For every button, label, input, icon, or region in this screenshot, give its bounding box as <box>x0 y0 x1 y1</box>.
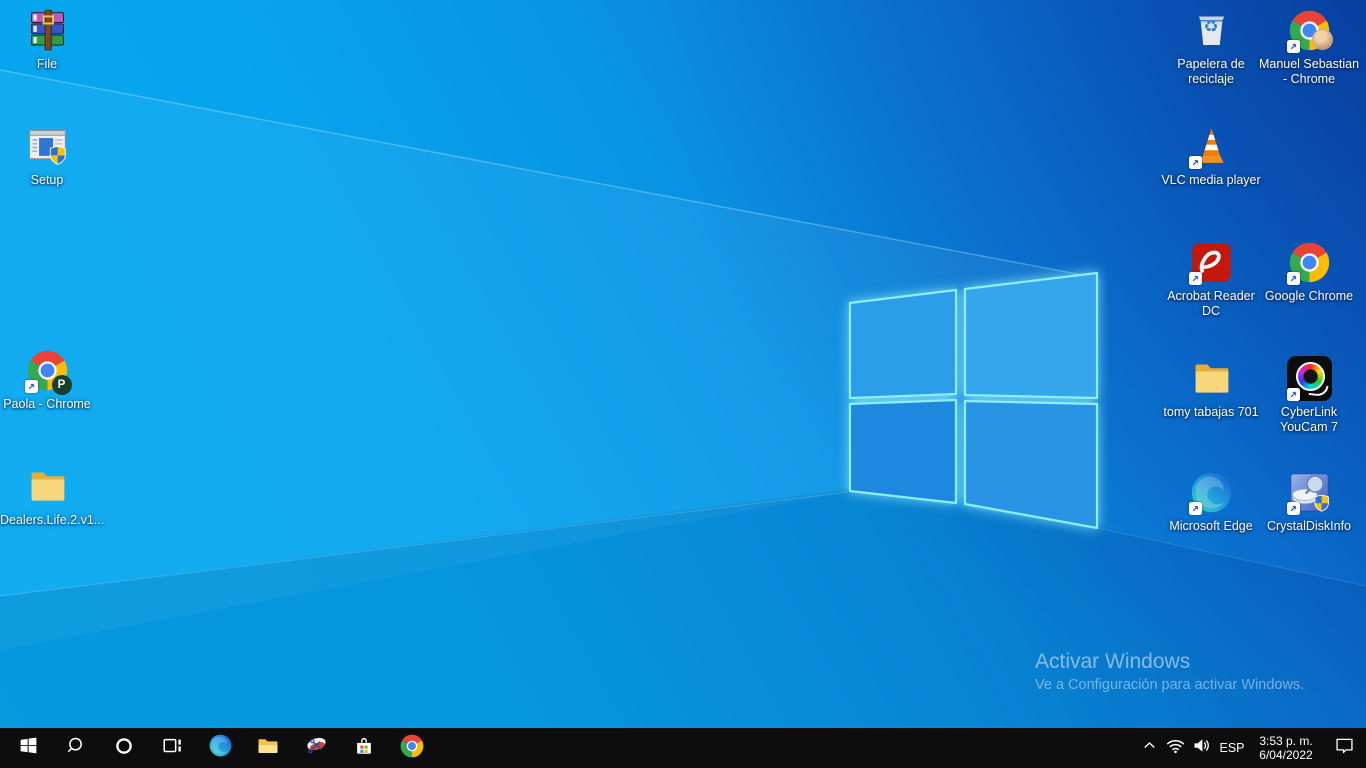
shortcut-arrow-icon <box>1189 272 1202 285</box>
desktop-icon-label: Dealers.Life.2.v1... <box>0 513 94 528</box>
volume-button[interactable] <box>1188 728 1214 768</box>
language-indicator[interactable]: ESP <box>1214 728 1250 768</box>
shortcut-arrow-icon <box>1287 502 1300 515</box>
action-center-button[interactable] <box>1322 728 1366 768</box>
file-explorer-button[interactable] <box>244 728 292 768</box>
tray-chevron-button[interactable] <box>1136 728 1162 768</box>
activation-watermark: Activar Windows Ve a Configuración para … <box>1035 650 1304 693</box>
task-view-button[interactable] <box>148 728 196 768</box>
recycle-bin-icon: ♻ <box>1189 8 1234 53</box>
scissors-ellipse-icon <box>304 733 329 763</box>
task-view-icon <box>161 735 183 762</box>
desktop-icon-paola-chrome[interactable]: P Paola - Chrome <box>0 348 94 412</box>
folder-icon <box>25 464 70 509</box>
chevron-up-icon <box>1140 736 1159 760</box>
shortcut-arrow-icon <box>1287 40 1300 53</box>
cortana-button[interactable] <box>100 728 148 768</box>
chrome-icon <box>1287 240 1332 285</box>
desktop-icon-setup[interactable]: Setup <box>0 124 94 188</box>
desktop-icon-label: Acrobat Reader DC <box>1160 289 1262 319</box>
desktop-icon-label: File <box>0 57 94 72</box>
desktop-icon-youcam[interactable]: CyberLink YouCam 7 <box>1258 356 1360 435</box>
desktop-icon-label: Papelera de reciclaje <box>1160 57 1262 87</box>
chrome-icon <box>399 733 425 764</box>
desktop-icon-file[interactable]: File <box>0 8 94 72</box>
winrar-icon <box>25 8 70 53</box>
clock[interactable]: 3:53 p. m. 6/04/2022 <box>1250 728 1322 768</box>
chrome-profile-icon: P <box>25 348 70 393</box>
desktop-icon-label: VLC media player <box>1160 173 1262 188</box>
folder-icon <box>1189 356 1234 401</box>
clock-time: 3:53 p. m. <box>1259 734 1312 748</box>
shortcut-arrow-icon <box>25 380 38 393</box>
watermark-subtitle: Ve a Configuración para activar Windows. <box>1035 677 1304 693</box>
snipping-tool-button[interactable] <box>292 728 340 768</box>
youcam-icon <box>1287 356 1332 401</box>
desktop-icon-dealers-folder[interactable]: Dealers.Life.2.v1... <box>0 464 94 528</box>
shortcut-arrow-icon <box>1189 502 1202 515</box>
vlc-cone-icon <box>1189 124 1234 169</box>
edge-icon <box>1189 470 1234 515</box>
desktop-icon-acrobat[interactable]: Acrobat Reader DC <box>1160 240 1262 319</box>
network-button[interactable] <box>1162 728 1188 768</box>
shortcut-arrow-icon <box>1189 156 1202 169</box>
desktop-icon-label: Paola - Chrome <box>0 397 94 412</box>
microsoft-store-button[interactable] <box>340 728 388 768</box>
taskbar: ESP 3:53 p. m. 6/04/2022 <box>0 728 1366 768</box>
start-button[interactable] <box>4 728 52 768</box>
desktop-icon-manuel-chrome[interactable]: Manuel Sebastian - Chrome <box>1258 8 1360 87</box>
cortana-circle-icon <box>113 735 135 762</box>
desktop-icon-chrome[interactable]: Google Chrome <box>1258 240 1360 304</box>
desktop-icon-label: Setup <box>0 173 94 188</box>
clock-date: 6/04/2022 <box>1259 748 1312 762</box>
desktop-icon-label: CrystalDiskInfo <box>1258 519 1360 534</box>
chrome-profile-photo-icon <box>1287 8 1332 53</box>
setup-installer-icon <box>25 124 70 169</box>
desktop-icon-crystaldiskinfo[interactable]: CrystalDiskInfo <box>1258 470 1360 534</box>
edge-icon <box>208 733 233 763</box>
shortcut-arrow-icon <box>1287 388 1300 401</box>
action-center-icon <box>1334 735 1355 761</box>
desktop-icon-recycle-bin[interactable]: ♻ Papelera de reciclaje <box>1160 8 1262 87</box>
speaker-icon <box>1191 735 1212 761</box>
windows-start-icon <box>18 735 39 761</box>
desktop-icon-edge[interactable]: Microsoft Edge <box>1160 470 1262 534</box>
desktop-wallpaper[interactable]: File Setup <box>0 0 1366 768</box>
search-icon <box>65 735 87 762</box>
desktop-icon-label: tomy tabajas 701 <box>1160 405 1262 420</box>
watermark-title: Activar Windows <box>1035 650 1304 674</box>
search-button[interactable] <box>52 728 100 768</box>
desktop-icon-label: Google Chrome <box>1258 289 1360 304</box>
wifi-icon <box>1165 735 1186 761</box>
profile-photo-badge <box>1312 29 1333 50</box>
file-explorer-icon <box>256 734 280 763</box>
edge-taskbar-button[interactable] <box>196 728 244 768</box>
desktop-icon-label: Microsoft Edge <box>1160 519 1262 534</box>
store-bag-icon <box>353 735 375 762</box>
desktop-icon-vlc[interactable]: VLC media player <box>1160 124 1262 188</box>
shortcut-arrow-icon <box>1287 272 1300 285</box>
chrome-taskbar-button[interactable] <box>388 728 436 768</box>
recycle-symbol: ♻ <box>1189 17 1234 37</box>
profile-badge: P <box>52 375 72 395</box>
desktop-icon-label: CyberLink YouCam 7 <box>1258 405 1360 435</box>
desktop-icon-tomy-folder[interactable]: tomy tabajas 701 <box>1160 356 1262 420</box>
crystaldiskinfo-icon <box>1287 470 1332 515</box>
acrobat-reader-icon <box>1189 240 1234 285</box>
desktop-icon-label: Manuel Sebastian - Chrome <box>1258 57 1360 87</box>
